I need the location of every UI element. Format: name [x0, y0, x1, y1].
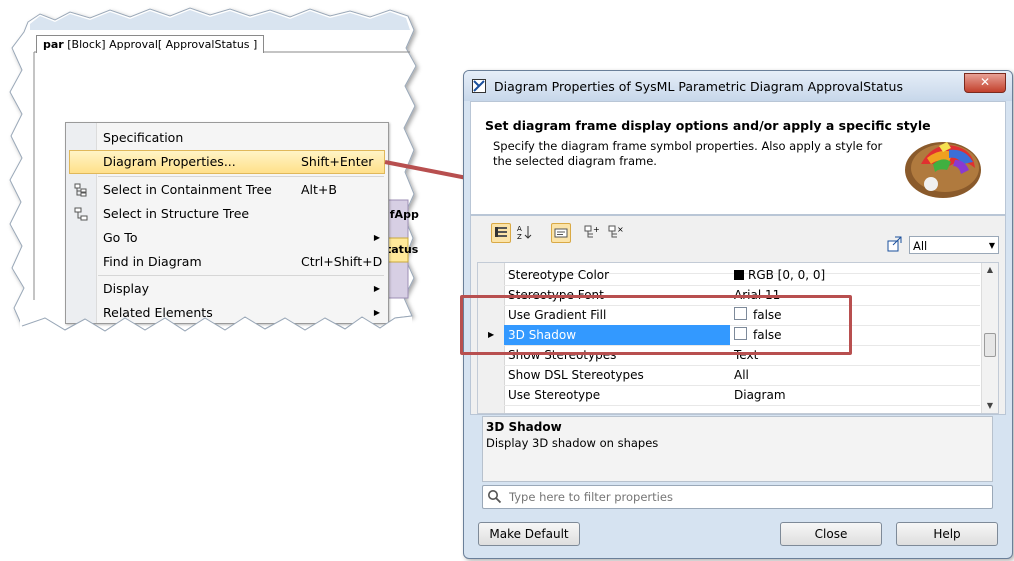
- menu-item-shortcut: Alt+B: [301, 182, 337, 197]
- property-value[interactable]: RGB [0, 0, 0]: [734, 265, 825, 285]
- property-row[interactable]: Stereotype Color RGB [0, 0, 0]: [504, 265, 980, 286]
- header-title: Set diagram frame display options and/or…: [485, 118, 931, 133]
- diagram-name: [Block] Approval[ ApprovalStatus ]: [67, 38, 258, 51]
- dialog-title: Diagram Properties of SysML Parametric D…: [494, 79, 903, 94]
- torn-edge: [20, 315, 413, 340]
- menu-item-label: Diagram Properties...: [103, 154, 236, 169]
- property-filter-select[interactable]: All ▼: [909, 236, 999, 254]
- menu-item-select-in-structure-tree[interactable]: Select in Structure Tree: [66, 202, 388, 226]
- menu-item-display[interactable]: Display ▶: [66, 277, 388, 301]
- scroll-up-arrow-icon[interactable]: ▲: [982, 263, 998, 277]
- menu-item-label: Specification: [103, 130, 184, 145]
- menu-item-label: Go To: [103, 230, 138, 245]
- submenu-arrow-icon: ▶: [373, 284, 380, 293]
- menu-item-label: Display: [103, 281, 150, 296]
- context-menu: Specification Diagram Properties... Shif…: [65, 122, 389, 324]
- menu-item-shortcut: Ctrl+Shift+D: [301, 254, 383, 269]
- menu-item-select-in-containment-tree[interactable]: Select in Containment Tree Alt+B: [66, 178, 388, 202]
- property-name: Show DSL Stereotypes: [508, 368, 644, 382]
- property-row[interactable]: Use Stereotype Diagram: [504, 385, 980, 406]
- menu-separator: [98, 176, 384, 177]
- menu-item-label: Find in Diagram: [103, 254, 202, 269]
- expand-all-icon[interactable]: +: [583, 223, 601, 241]
- description-text: Display 3D shadow on shapes: [486, 436, 659, 450]
- svg-text:+: +: [593, 225, 600, 234]
- property-value[interactable]: All: [734, 365, 749, 385]
- menu-item-shortcut: Shift+Enter: [301, 154, 374, 169]
- dialog-header: Set diagram frame display options and/or…: [470, 101, 1006, 215]
- grid-vertical-scrollbar[interactable]: ▲ ▼: [981, 263, 998, 413]
- close-button[interactable]: Close: [780, 522, 882, 546]
- property-value-text: RGB [0, 0, 0]: [748, 268, 826, 282]
- menu-item-go-to[interactable]: Go To ▶: [66, 226, 388, 250]
- submenu-arrow-icon: ▶: [373, 233, 380, 242]
- menu-item-label: Select in Containment Tree: [103, 182, 272, 197]
- sort-alphabetical-icon[interactable]: AZ: [515, 223, 533, 241]
- menu-item-diagram-properties[interactable]: Diagram Properties... Shift+Enter: [69, 150, 385, 174]
- property-filter-search[interactable]: [482, 485, 993, 509]
- menu-item-find-in-diagram[interactable]: Find in Diagram Ctrl+Shift+D: [66, 250, 388, 274]
- chevron-down-icon: ▼: [988, 241, 995, 250]
- structure-tree-icon: [74, 207, 88, 221]
- menu-item-specification[interactable]: Specification: [66, 126, 388, 150]
- menu-item-label: Select in Structure Tree: [103, 206, 250, 221]
- categorized-view-icon[interactable]: [491, 223, 511, 243]
- scrollbar-thumb[interactable]: [984, 333, 996, 357]
- property-name: Use Stereotype: [508, 388, 601, 402]
- menu-separator: [98, 275, 384, 276]
- containment-tree-icon: [74, 183, 87, 197]
- search-icon: [488, 490, 502, 504]
- property-row[interactable]: Show DSL Stereotypes All: [504, 365, 980, 386]
- search-input[interactable]: [507, 487, 981, 507]
- make-default-button[interactable]: Make Default: [478, 522, 580, 546]
- collapse-all-icon[interactable]: ×: [607, 223, 625, 241]
- description-title: 3D Shadow: [486, 420, 562, 434]
- help-button[interactable]: Help: [896, 522, 998, 546]
- property-description-box: 3D Shadow Display 3D shadow on shapes: [482, 416, 993, 482]
- window-close-button[interactable]: ✕: [964, 73, 1006, 93]
- color-swatch: [734, 270, 744, 280]
- svg-text:×: ×: [617, 225, 624, 234]
- palette-icon: [905, 142, 981, 198]
- property-name: Stereotype Color: [508, 268, 610, 282]
- header-description: Specify the diagram frame symbol propert…: [493, 139, 883, 168]
- dialog-titlebar[interactable]: Diagram Properties of SysML Parametric D…: [464, 71, 1012, 101]
- properties-toolbar: AZ + × All ▼: [471, 216, 1005, 254]
- show-descriptions-icon[interactable]: [551, 223, 571, 243]
- filter-selected-value: All: [913, 239, 928, 253]
- magicdraw-app-icon: [472, 79, 486, 93]
- highlight-rectangle: [460, 295, 852, 355]
- scroll-down-arrow-icon[interactable]: ▼: [982, 399, 998, 413]
- svg-text:A: A: [517, 225, 522, 233]
- property-value[interactable]: Diagram: [734, 385, 786, 405]
- apply-style-icon[interactable]: [886, 235, 904, 253]
- svg-text:Z: Z: [517, 233, 522, 241]
- diagram-kind: par: [43, 38, 64, 51]
- diagram-frame-tab[interactable]: par [Block] Approval[ ApprovalStatus ]: [36, 35, 265, 53]
